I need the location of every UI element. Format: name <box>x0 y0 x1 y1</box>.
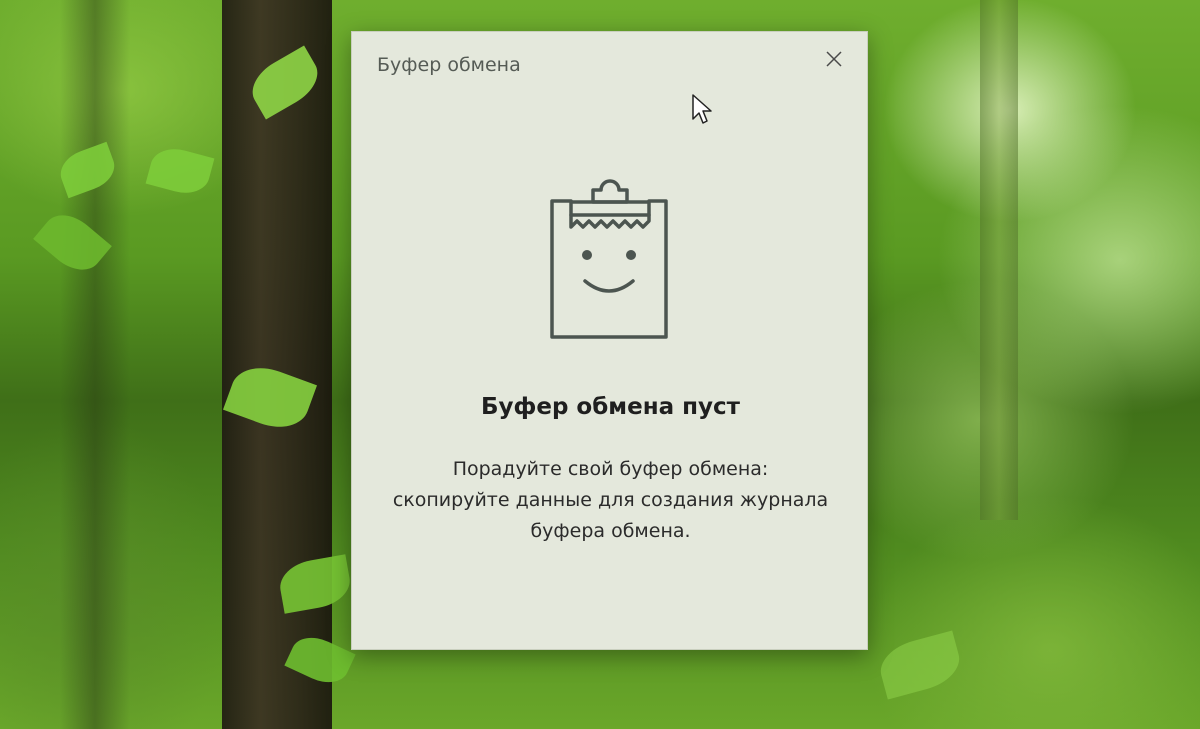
close-button[interactable] <box>817 44 851 74</box>
clipboard-history-panel: Буфер обмена Буфер обмена пуст Порадуйте… <box>351 31 868 650</box>
mouse-cursor-icon <box>692 94 712 124</box>
background-tree-trunk <box>60 0 130 729</box>
background-leaf <box>874 630 966 700</box>
close-icon <box>826 51 842 67</box>
desktop-background: Буфер обмена Буфер обмена пуст Порадуйте… <box>0 0 1200 729</box>
background-leaf <box>145 142 215 200</box>
background-tree-trunk <box>980 0 1018 520</box>
smiling-clipboard-icon <box>550 179 668 339</box>
panel-title: Буфер обмена <box>377 54 521 76</box>
empty-state-message: Порадуйте свой буфер обмена: скопируйте … <box>392 458 829 542</box>
empty-state-heading: Буфер обмена пуст <box>481 394 740 420</box>
